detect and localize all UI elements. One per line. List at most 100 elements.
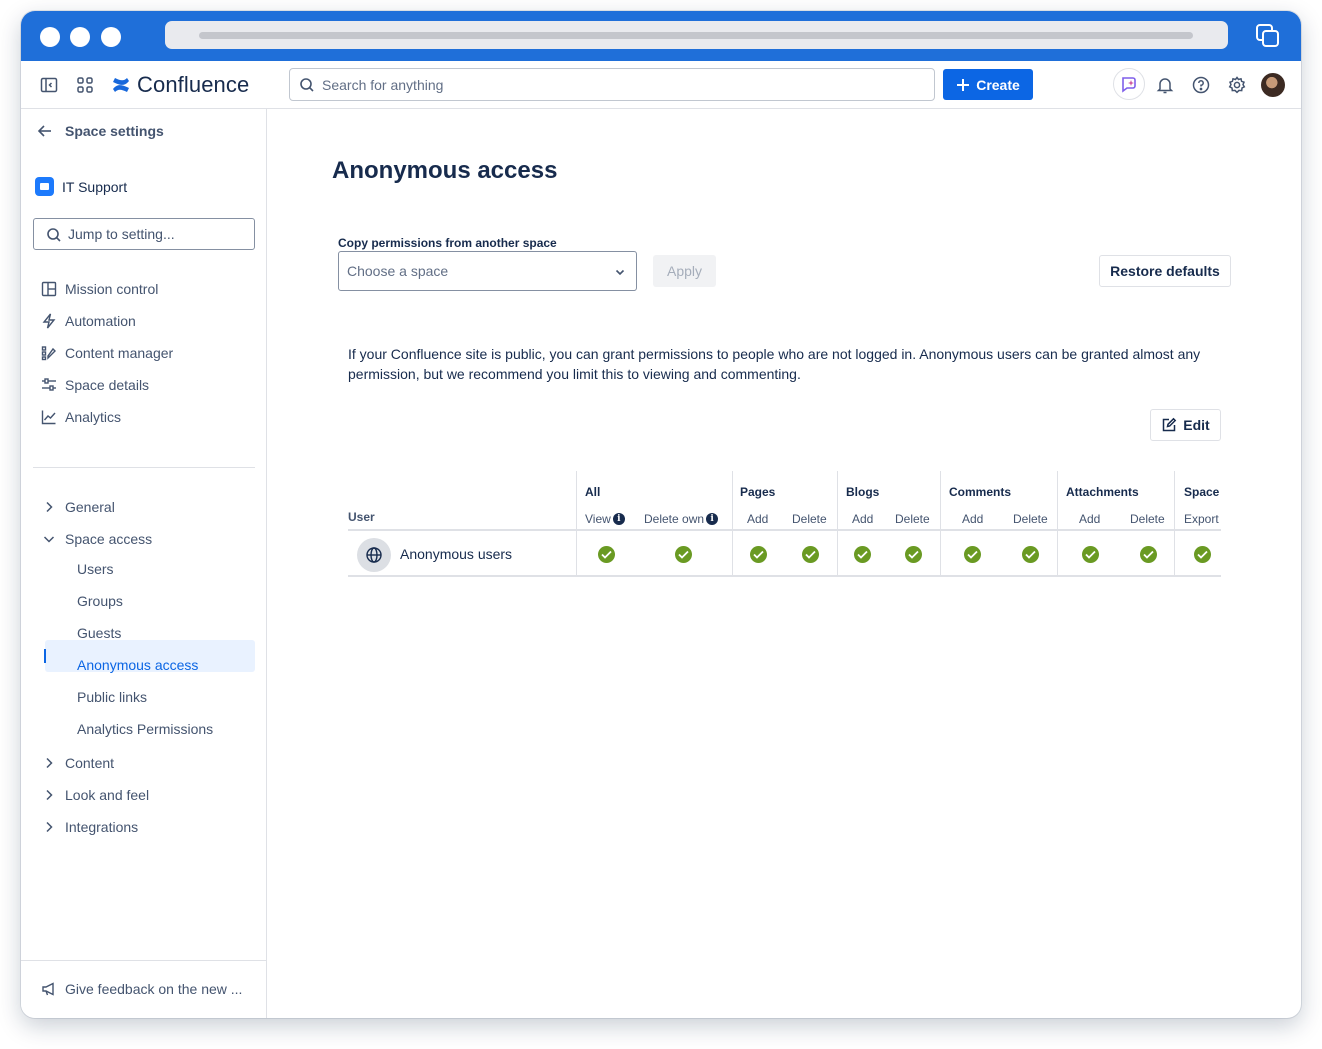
permissions-table: All Pages Blogs Comments Attachments Spa… [348,471,1221,579]
chevron-right-icon [46,501,53,513]
settings-sidebar: Space settings IT Support Jump to settin… [21,109,267,1018]
search-input[interactable]: Search for anything [289,68,935,101]
edit-icon [1163,417,1177,432]
column-header-attachments-add: Add [1079,512,1101,526]
apply-button[interactable]: Apply [653,255,716,287]
group-header-pages: Pages [740,485,776,499]
sidebar-section-label: Integrations [65,819,139,835]
permission-granted-check-icon [1194,546,1211,563]
back-to-space-settings[interactable]: Space settings [37,123,164,139]
window-close-dot[interactable] [40,27,60,47]
edit-button[interactable]: Edit [1150,409,1221,441]
notification-bell-icon[interactable] [1155,75,1175,95]
sidebar-section-label: Space access [65,531,153,547]
group-header-comments: Comments [949,485,1012,499]
sidebar-item-label: Space details [65,377,150,393]
choose-space-select[interactable]: Choose a space [338,251,637,291]
sidebar-section-look-and-feel[interactable]: Look and feel [41,785,149,805]
permission-granted-check-icon [1140,546,1157,563]
permission-granted-check-icon [964,546,981,563]
space-link[interactable]: IT Support [35,177,127,196]
column-header-pages-add: Add [747,512,769,526]
column-header-space-export: Export [1184,512,1219,526]
window-maximize-dot[interactable] [101,27,121,47]
space-icon [35,177,54,196]
group-header-all: All [585,485,601,499]
address-placeholder-bar [199,32,1193,39]
plus-icon [957,78,970,91]
sidebar-section-label: General [65,499,115,515]
permission-granted-check-icon [802,546,819,563]
content-manager-icon [41,346,56,361]
search-icon [47,228,61,242]
globe-icon [366,547,382,563]
sidebar-section-space-access[interactable]: Space access [41,529,152,549]
search-icon [300,78,314,92]
confluence-logo[interactable]: Confluence [111,72,249,98]
anonymous-access-description: If your Confluence site is public, you c… [348,346,1201,382]
sidebar-item-groups[interactable]: Groups [77,593,123,613]
permission-granted-check-icon [854,546,871,563]
sidebar-divider [33,467,255,468]
sidebar-section-content[interactable]: Content [41,753,114,773]
group-header-blogs: Blogs [846,485,880,499]
address-bar[interactable] [165,21,1228,49]
info-icon[interactable]: i [612,513,625,525]
sidebar-item-label: Mission control [65,281,159,297]
sidebar-item-label: Automation [65,313,136,329]
confluence-logo-icon [113,78,129,92]
sidebar-item-label: Analytics [65,409,122,425]
help-icon[interactable] [1191,75,1211,95]
sidebar-item-automation[interactable]: Automation [41,311,136,331]
create-button[interactable]: Create [943,69,1033,100]
sidebar-item-analytics[interactable]: Analytics [41,407,121,427]
window-minimize-dot[interactable] [70,27,90,47]
group-header-attachments: Attachments [1066,485,1139,499]
user-avatar[interactable] [1261,73,1285,97]
info-icon[interactable]: i [706,513,719,525]
app-switcher-icon[interactable] [75,75,95,95]
sidebar-section-integrations[interactable]: Integrations [41,817,138,837]
ai-assistant-button[interactable] [1113,68,1145,100]
top-navigation: Confluence Search for anything Create [21,61,1301,109]
row-user-name: Anonymous users [400,546,513,562]
megaphone-icon [42,982,54,996]
header-row-divider [348,529,1221,531]
sidebar-item-mission-control[interactable]: Mission control [41,279,158,299]
settings-gear-icon[interactable] [1227,75,1247,95]
edit-label: Edit [1183,417,1210,433]
sliders-icon [42,378,56,391]
sidebar-item-label: Content manager [65,345,174,361]
column-divider [1174,471,1175,577]
chart-line-icon [41,410,56,425]
browser-window: Confluence Search for anything Create Sp… [21,11,1301,1018]
give-feedback-link[interactable]: Give feedback on the new ... [41,981,242,997]
column-divider [1057,471,1058,577]
sidebar-item-users[interactable]: Users [77,561,114,581]
chevron-right-icon [46,757,53,769]
column-divider [940,471,941,577]
sidebar-item-content-manager[interactable]: Content manager [41,343,173,363]
tabs-overview-icon[interactable] [1255,23,1281,49]
space-name: IT Support [62,178,128,195]
sidebar-section-general[interactable]: General [41,497,115,517]
jump-to-setting-input[interactable]: Jump to setting... [33,218,255,250]
sidebar-item-public-links[interactable]: Public links [77,689,147,709]
ai-chat-icon [1122,77,1136,93]
search-placeholder: Search for anything [322,77,444,93]
active-item-indicator [44,649,46,663]
column-header-attachments-delete: Delete [1130,512,1165,526]
column-label: Delete own [644,512,705,526]
sidebar-item-anonymous-access[interactable]: Anonymous access [77,657,198,677]
main-content: Anonymous access Copy permissions from a… [268,109,1301,1018]
lightning-icon [42,313,56,329]
space-settings-heading: Space settings [65,123,164,139]
layout-icon [41,281,57,297]
sidebar-item-analytics-permissions[interactable]: Analytics Permissions [77,721,213,741]
sidebar-item-space-details[interactable]: Space details [41,375,149,395]
sidebar-section-label: Look and feel [65,787,150,803]
restore-defaults-button[interactable]: Restore defaults [1099,255,1231,287]
sidebar-toggle-icon[interactable] [39,75,59,95]
column-divider [576,471,577,577]
column-label: View [585,512,611,526]
